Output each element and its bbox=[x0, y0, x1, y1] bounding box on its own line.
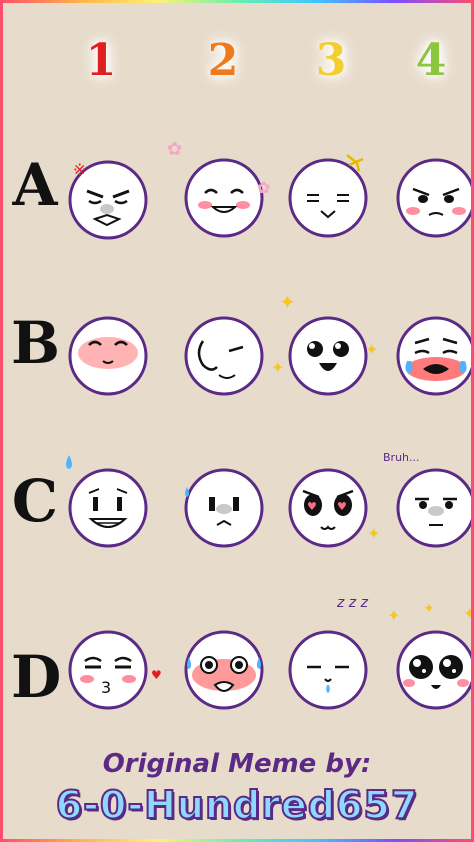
svg-text:✿: ✿ bbox=[167, 139, 182, 160]
face-d2-overwhelmed bbox=[181, 627, 267, 713]
face-a3-smug bbox=[285, 154, 371, 241]
bruh-annotation: Bruh... bbox=[383, 451, 420, 464]
credit-author: 6-0-Hundred657 bbox=[55, 782, 419, 828]
svg-text:※: ※ bbox=[73, 160, 86, 179]
svg-text:✦: ✦ bbox=[423, 601, 435, 617]
svg-text:♥: ♥ bbox=[151, 668, 162, 682]
rainbow-border: 1 2 3 4 A B C D ※ ✿ ✿ ✦ ✦ ✦ ♥ ♥ ✦ Bruh..… bbox=[0, 0, 474, 842]
sleep-annotation: z z z bbox=[337, 595, 368, 611]
face-d4-sparkly-eyes: ✦ ✦ ✦ bbox=[387, 601, 471, 713]
face-c4-bruh bbox=[393, 465, 471, 551]
credit-label: Original Meme by: bbox=[102, 749, 372, 779]
svg-text:3: 3 bbox=[101, 678, 111, 697]
face-b1-blush bbox=[65, 313, 151, 399]
column-number-1: 1 bbox=[85, 35, 117, 86]
svg-text:✦: ✦ bbox=[365, 340, 378, 359]
face-c2-sad bbox=[181, 465, 267, 551]
face-b3-excited: ✦ ✦ ✦ bbox=[271, 290, 378, 399]
column-number-4: 4 bbox=[415, 35, 447, 86]
row-label-b: B bbox=[11, 309, 61, 377]
face-a4-annoyed bbox=[393, 155, 471, 241]
face-a1-angry: ※ bbox=[65, 157, 151, 243]
row-label-c: C bbox=[11, 467, 59, 535]
row-label-d: D bbox=[11, 643, 62, 711]
svg-text:✿: ✿ bbox=[257, 178, 270, 197]
face-b2-wink bbox=[181, 313, 267, 399]
svg-text:✦: ✦ bbox=[279, 290, 296, 314]
face-d1-kiss: 3 ♥ bbox=[65, 627, 162, 713]
svg-text:♥: ♥ bbox=[337, 500, 347, 513]
column-number-2: 2 bbox=[207, 35, 239, 86]
svg-text:✦: ✦ bbox=[463, 604, 471, 623]
svg-text:✦: ✦ bbox=[367, 524, 380, 543]
row-label-a: A bbox=[12, 151, 58, 219]
column-number-3: 3 bbox=[315, 35, 347, 86]
face-c3-heart-eyes: ♥ ♥ ✦ bbox=[285, 465, 380, 551]
svg-text:♥: ♥ bbox=[307, 500, 317, 513]
meme-canvas: 1 2 3 4 A B C D ※ ✿ ✿ ✦ ✦ ✦ ♥ ♥ ✦ Bruh..… bbox=[3, 3, 471, 839]
face-a2-happy: ✿ ✿ bbox=[167, 139, 270, 241]
svg-text:✦: ✦ bbox=[271, 358, 284, 377]
face-d3-sleepy bbox=[285, 627, 371, 713]
face-c1-nervous bbox=[65, 455, 151, 551]
svg-text:✦: ✦ bbox=[387, 606, 400, 625]
face-b4-crying bbox=[393, 313, 471, 399]
